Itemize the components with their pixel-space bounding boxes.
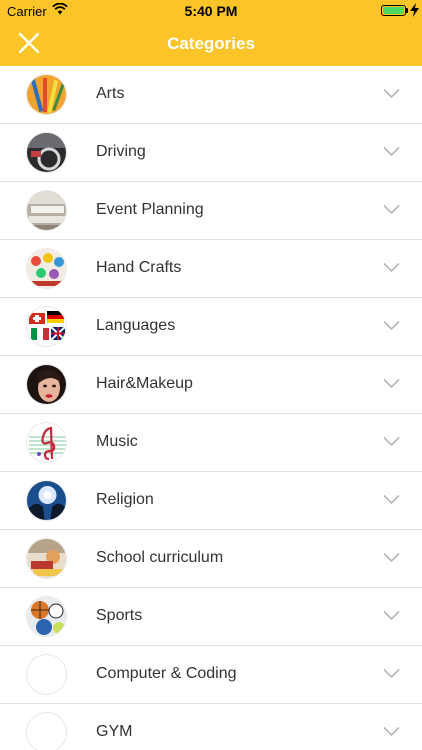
category-row-arts[interactable]: Arts <box>0 66 422 124</box>
hand-crafts-thumbnail <box>26 248 67 289</box>
category-row-driving[interactable]: Driving <box>0 124 422 182</box>
chevron-down-icon[interactable] <box>383 146 400 157</box>
chevron-down-icon[interactable] <box>383 552 400 563</box>
status-bar: Carrier 5:40 PM <box>0 0 422 22</box>
category-row-religion[interactable]: Religion <box>0 472 422 530</box>
category-label: Arts <box>96 85 125 102</box>
category-row-gym[interactable]: GYM <box>0 704 422 750</box>
category-label: Hand Crafts <box>96 259 182 276</box>
category-row-music[interactable]: Music <box>0 414 422 472</box>
category-row-event-planning[interactable]: Event Planning <box>0 182 422 240</box>
category-label: Sports <box>96 607 143 624</box>
category-label: School curriculum <box>96 549 224 566</box>
languages-thumbnail <box>26 306 67 347</box>
category-row-hair-makeup[interactable]: Hair&Makeup <box>0 356 422 414</box>
page-title: Categories <box>167 34 255 53</box>
category-row-school-curriculum[interactable]: School curriculum <box>0 530 422 588</box>
chevron-down-icon[interactable] <box>383 436 400 447</box>
category-row-hand-crafts[interactable]: Hand Crafts <box>0 240 422 298</box>
school-curriculum-thumbnail <box>26 538 67 579</box>
battery-icon <box>381 5 406 16</box>
chevron-down-icon[interactable] <box>383 262 400 273</box>
category-label: Event Planning <box>96 201 204 218</box>
category-label: Languages <box>96 317 176 334</box>
music-thumbnail <box>26 422 67 463</box>
religion-thumbnail <box>26 480 67 521</box>
category-row-computer-coding[interactable]: Computer & Coding <box>0 646 422 704</box>
category-row-languages[interactable]: Languages <box>0 298 422 356</box>
chevron-down-icon[interactable] <box>383 726 400 737</box>
empty-thumbnail <box>26 712 67 750</box>
category-label: Driving <box>96 143 146 160</box>
event-planning-thumbnail <box>26 190 67 231</box>
category-list: Arts Driving Event Planning Hand Crafts … <box>0 66 422 750</box>
charging-bolt-icon <box>410 3 419 17</box>
sports-thumbnail <box>26 596 67 637</box>
header-bar: Carrier 5:40 PM Categories <box>0 0 422 66</box>
chevron-down-icon[interactable] <box>383 204 400 215</box>
chevron-down-icon[interactable] <box>383 378 400 389</box>
chevron-down-icon[interactable] <box>383 494 400 505</box>
battery-cap <box>406 8 408 13</box>
chevron-down-icon[interactable] <box>383 668 400 679</box>
arts-thumbnail <box>26 74 67 115</box>
driving-thumbnail <box>26 132 67 173</box>
category-label: Music <box>96 433 138 450</box>
category-label: Religion <box>96 491 154 508</box>
category-label: Computer & Coding <box>96 665 237 682</box>
category-label: Hair&Makeup <box>96 375 193 392</box>
category-row-sports[interactable]: Sports <box>0 588 422 646</box>
chevron-down-icon[interactable] <box>383 610 400 621</box>
hair-makeup-thumbnail <box>26 364 67 405</box>
status-time: 5:40 PM <box>184 3 238 19</box>
empty-thumbnail <box>26 654 67 695</box>
chevron-down-icon[interactable] <box>383 320 400 331</box>
chevron-down-icon[interactable] <box>383 88 400 99</box>
category-label: GYM <box>96 723 133 740</box>
